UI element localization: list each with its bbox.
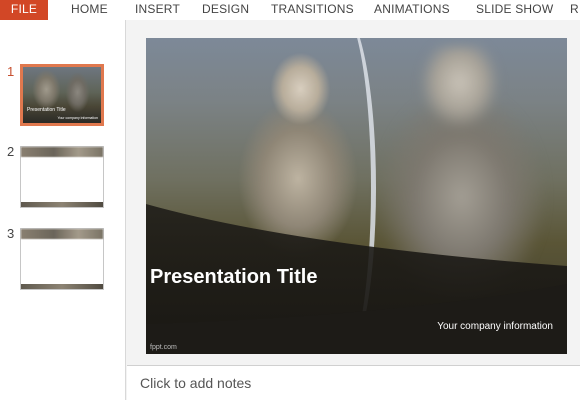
slide-thumbnail-2[interactable]: [20, 146, 104, 208]
notes-pane[interactable]: Click to add notes: [127, 365, 580, 400]
thumbnail-company: Your company information: [57, 116, 98, 120]
thumbnail-footer-band: [21, 202, 103, 207]
slide-company-info[interactable]: Your company information: [437, 321, 553, 332]
thumbnail-pane[interactable]: 1 2 3 Presentation Title Your company in…: [0, 20, 126, 400]
tab-design[interactable]: DESIGN: [202, 0, 249, 20]
tab-file[interactable]: FILE: [0, 0, 48, 20]
tab-review[interactable]: R: [570, 0, 579, 20]
slide-number-3: 3: [7, 226, 15, 241]
tab-insert[interactable]: INSERT: [135, 0, 180, 20]
tab-home[interactable]: HOME: [71, 0, 108, 20]
ribbon-tabs: FILE HOME INSERT DESIGN TRANSITIONS ANIM…: [0, 0, 580, 20]
thumbnail-header-band: [21, 229, 103, 239]
slide-number-2: 2: [7, 144, 15, 159]
notes-placeholder[interactable]: Click to add notes: [140, 375, 251, 391]
tab-transitions[interactable]: TRANSITIONS: [271, 0, 354, 20]
thumbnail-photo: [23, 67, 101, 123]
slide-footer-url: fppt.com: [150, 344, 177, 351]
tab-slide-show[interactable]: SLIDE SHOW: [476, 0, 553, 20]
slide-thumbnail-3[interactable]: [20, 228, 104, 290]
thumbnail-footer-band: [21, 284, 103, 289]
slide-number-1: 1: [7, 64, 15, 79]
thumbnail-header-band: [21, 147, 103, 157]
thumbnail-title: Presentation Title: [27, 107, 66, 113]
slide-canvas[interactable]: Presentation Title Your company informat…: [146, 38, 567, 354]
slide-thumbnail-1[interactable]: Presentation Title Your company informat…: [20, 64, 104, 126]
slide-title[interactable]: Presentation Title: [150, 266, 317, 289]
tab-animations[interactable]: ANIMATIONS: [374, 0, 450, 20]
